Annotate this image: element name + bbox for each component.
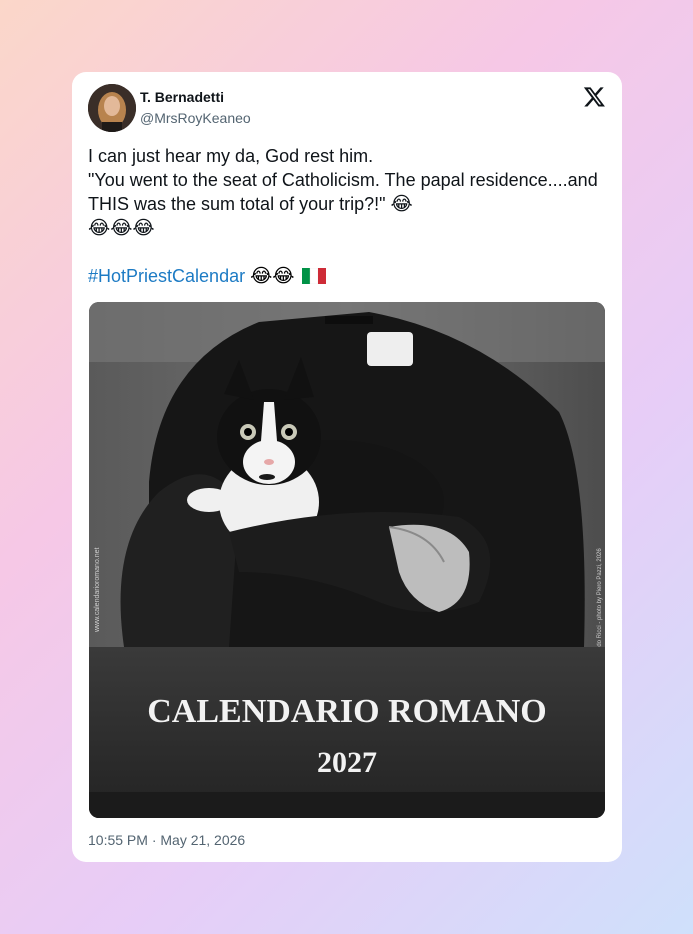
tweet-photo[interactable]: www.calendarioromano.net Aldo Ricci - ph… <box>89 302 605 818</box>
hashtag-link[interactable]: #HotPriestCalendar <box>88 266 245 286</box>
avatar[interactable] <box>88 84 136 132</box>
laughing-emoji-icon: 😂 <box>390 193 413 215</box>
laughing-emoji-icons: 😂😂😂 <box>88 217 155 239</box>
author-name[interactable]: T. Bernadetti <box>140 89 224 105</box>
hashtag-line: #HotPriestCalendar 😂😂 <box>88 264 326 288</box>
tweet-text: I can just hear my da, God rest him. "Yo… <box>88 144 606 240</box>
timestamp[interactable]: 10:55 PM · May 21, 2026 <box>88 832 245 848</box>
tweet-line-3: 😂😂😂 <box>88 216 606 240</box>
tweet-quote: "You went to the seat of Catholicism. Th… <box>88 170 598 214</box>
x-logo-icon[interactable] <box>583 85 606 108</box>
avatar-image <box>88 84 136 132</box>
calendar-year: 2027 <box>317 746 377 779</box>
italy-flag-icon <box>301 268 326 284</box>
author-handle[interactable]: @MrsRoyKeaneo <box>140 110 251 126</box>
laughing-emoji-icons: 😂😂 <box>250 265 295 287</box>
side-text-left: www.calendarioromano.net <box>94 548 101 633</box>
calendar-photo: www.calendarioromano.net Aldo Ricci - ph… <box>89 302 605 818</box>
tweet-card: T. Bernadetti @MrsRoyKeaneo I can just h… <box>72 72 622 862</box>
tweet-line-1: I can just hear my da, God rest him. <box>88 146 374 166</box>
side-text-right: Aldo Ricci - photo by Piero Pazzi, 2026 <box>597 548 603 652</box>
calendar-title: CALENDARIO ROMANO <box>147 693 547 730</box>
tweet-line-2: "You went to the seat of Catholicism. Th… <box>88 168 606 216</box>
